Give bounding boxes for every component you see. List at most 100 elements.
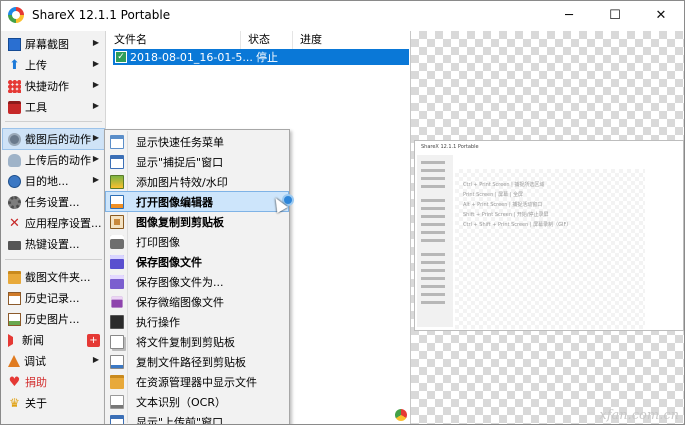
menu-item-app-settings[interactable]: ✕ 应用程序设置... [3,213,104,233]
submenu-item-copy-image[interactable]: 图像复制到剪贴板 [106,212,288,231]
submenu-item-open-image-editor[interactable]: 打开图像编辑器 [105,191,289,212]
menu-separator [5,259,102,260]
file-copy-icon [110,334,124,349]
menu-item-history[interactable]: 历史记录... [3,288,104,308]
window-controls: ─ ☐ ✕ [546,1,684,29]
submenu-item-save-thumbnail[interactable]: 保存微缩图像文件 [106,292,288,311]
menu-item-label: 快捷动作 [25,80,69,93]
cloud-icon [8,153,21,167]
sharex-logo-icon [8,7,24,23]
menu-item-image-history[interactable]: 历史图片... [3,309,104,329]
terminal-icon [110,314,124,329]
upload-arrow-icon: ⬆ [9,57,20,73]
row-status: 停止 [256,51,278,64]
submenu-item-label: 文本识别（OCR） [136,395,226,409]
ocr-icon [110,394,124,409]
image-editor-icon [110,194,124,209]
menu-separator [5,121,102,122]
submenu-item-image-effects[interactable]: 添加图片特效/水印 [106,172,288,191]
menu-item-upload[interactable]: ⬆ 上传 ▶ [3,55,104,75]
column-header-filename[interactable]: 文件名 [107,31,241,49]
menu-item-about[interactable]: ♛ 关于 [3,393,104,413]
image-preview[interactable]: ShareX 12.1.1 Portable Ctrl + Print Scre… [410,31,684,424]
menu-item-label: 历史记录... [25,292,80,305]
submenu-item-label: 打开图像编辑器 [136,195,213,209]
submenu-item-label: 图像复制到剪贴板 [136,215,224,229]
after-capture-submenu: 显示快速任务菜单 显示"捕捉后"窗口 添加图片特效/水印 打开图像编辑器 图像复… [104,129,290,425]
table-row[interactable]: ✓ 2018-08-01_16-01-5... 停止 [113,49,409,65]
menu-item-label: 捐助 [25,376,47,389]
submenu-item-before-upload-window[interactable]: 显示"上传前"窗口 [106,412,288,425]
thumbnail-title: ShareX 12.1.1 Portable [421,144,479,150]
menu-item-debug[interactable]: 调试 ▶ [3,351,104,371]
gear-icon [8,195,21,209]
folder-icon [8,270,21,284]
submenu-item-quick-task-menu[interactable]: 显示快速任务菜单 [106,132,288,151]
thumbnail-hint: Shift + Print Screen | 开始/停止录屏 [463,212,549,218]
gears-icon [8,132,21,146]
submenu-item-save-image-as[interactable]: 保存图像文件为... [106,272,288,291]
submenu-arrow-icon: ▶ [92,80,99,89]
menu-item-after-capture[interactable]: 截图后的动作 ▶ [2,128,105,150]
menu-item-capture[interactable]: 屏幕截图 ▶ [3,34,104,54]
maximize-button[interactable]: ☐ [592,1,638,29]
submenu-item-label: 打印图像 [136,235,180,249]
menu-item-workflows[interactable]: 快捷动作 ▶ [3,76,104,96]
column-header-status[interactable]: 状态 [241,31,293,49]
menu-item-label: 上传后的动作 [25,154,91,167]
menu-item-tools[interactable]: 工具 ▶ [3,97,104,117]
menu-list-icon [110,134,124,149]
submenu-item-copy-file[interactable]: 将文件复制到剪贴板 [106,332,288,351]
megaphone-icon [8,333,13,347]
submenu-arrow-icon: ▶ [92,154,99,163]
menu-item-label: 工具 [25,101,47,114]
row-filename: 2018-08-01_16-01-5... [130,50,253,64]
menu-item-destinations[interactable]: 目的地... ▶ [3,171,104,191]
browser-icon [395,409,407,421]
window-title: ShareX 12.1.1 Portable [32,8,171,22]
thumbnail-hint: Alt + Print Screen | 捕捉活动窗口 [463,202,543,208]
explorer-icon [110,374,124,389]
close-button[interactable]: ✕ [638,1,684,29]
menu-item-news[interactable]: 新闻 + [3,330,104,350]
clipboard-icon [110,214,124,229]
bug-icon [8,355,20,367]
heart-icon: ♥ [8,374,21,390]
toolbox-icon [8,100,21,114]
submenu-item-label: 复制文件路径到剪贴板 [136,355,246,369]
submenu-item-label: 显示快速任务菜单 [136,135,224,149]
submenu-item-show-in-explorer[interactable]: 在资源管理器中显示文件 [106,372,288,391]
submenu-item-label: 保存图像文件为... [136,275,224,289]
submenu-item-perform-actions[interactable]: 执行操作 [106,312,288,331]
submenu-item-label: 显示"上传前"窗口 [136,415,224,425]
grid-icon [8,79,21,93]
check-icon: ✓ [115,51,127,63]
menu-item-label: 应用程序设置... [25,217,102,230]
history-icon [8,291,21,305]
submenu-arrow-icon: ▶ [92,59,99,68]
keyboard-icon [8,240,21,250]
minimize-button[interactable]: ─ [546,1,592,29]
thumbnail-hint: Ctrl + Print Screen | 捕捉所选区域 [463,182,545,188]
submenu-item-label: 保存微缩图像文件 [136,295,224,309]
menu-item-after-upload[interactable]: 上传后的动作 ▶ [3,150,104,170]
submenu-item-copy-file-path[interactable]: 复制文件路径到剪贴板 [106,352,288,371]
menu-item-label: 调试 [24,355,46,368]
menu-item-hotkey-settings[interactable]: 热键设置... [3,234,104,254]
submenu-arrow-icon: ▶ [92,175,99,184]
submenu-item-print-image[interactable]: 打印图像 [106,232,288,251]
column-header-progress[interactable]: 进度 [293,31,409,49]
main-menu: 屏幕截图 ▶ ⬆ 上传 ▶ 快捷动作 ▶ 工具 ▶ 截图后的动作 ▶ 上传后的动… [1,31,106,424]
news-badge: + [87,333,100,347]
submenu-item-label: 执行操作 [136,315,180,329]
submenu-item-ocr[interactable]: 文本识别（OCR） [106,392,288,411]
submenu-item-after-capture-window[interactable]: 显示"捕捉后"窗口 [106,152,288,171]
menu-item-label: 新闻 [22,334,44,347]
menu-item-task-settings[interactable]: 任务设置... [3,192,104,212]
submenu-item-save-image[interactable]: 保存图像文件 [106,252,288,271]
submenu-item-label: 保存图像文件 [136,255,202,269]
window-icon [110,154,124,169]
menu-item-label: 历史图片... [25,313,80,326]
menu-item-screenshots-folder[interactable]: 截图文件夹... [3,267,104,287]
menu-item-donate[interactable]: ♥ 捐助 [3,372,104,392]
